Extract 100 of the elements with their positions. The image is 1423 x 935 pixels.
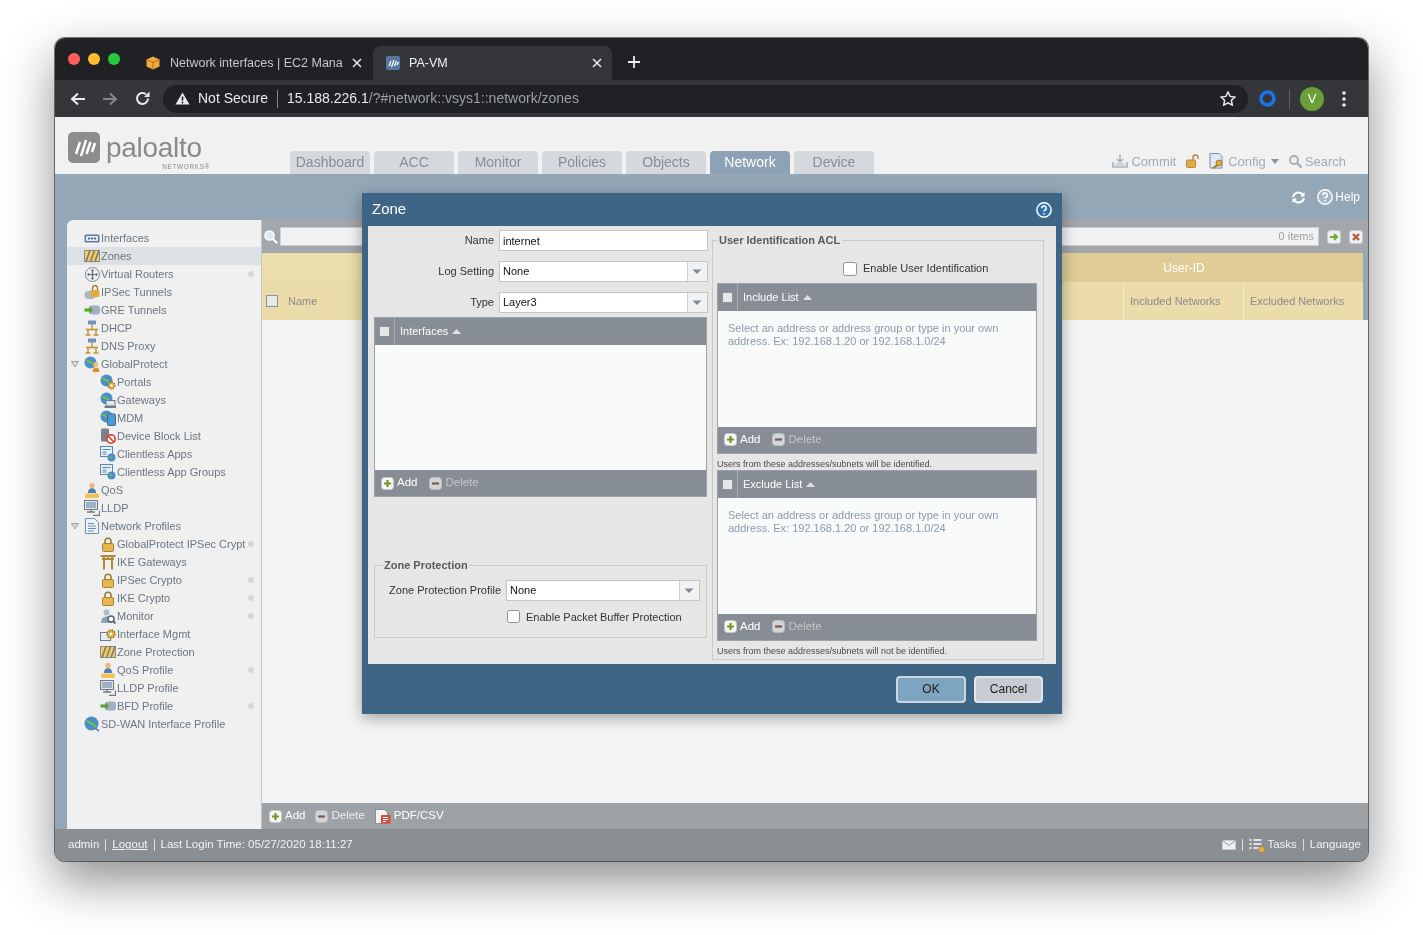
- sidebar-item[interactable]: Zone Protection: [67, 643, 261, 661]
- group-title: User Identification ACL: [718, 233, 842, 248]
- sidebar-item[interactable]: Portals: [67, 373, 261, 391]
- browser-tab[interactable]: PA-VM: [373, 46, 612, 80]
- nav-tab[interactable]: Dashboard: [290, 151, 370, 174]
- dropdown[interactable]: Layer3: [499, 292, 708, 313]
- sidebar-item[interactable]: GlobalProtect IPSec Crypt: [67, 535, 261, 553]
- sidebar-item[interactable]: Zones: [67, 247, 261, 265]
- checkbox[interactable]: [722, 478, 733, 490]
- checkbox[interactable]: [379, 326, 390, 337]
- nav-tab[interactable]: Monitor: [458, 151, 538, 174]
- checkbox[interactable]: [507, 610, 520, 624]
- person-icon: [101, 662, 115, 678]
- nav-tab[interactable]: ACC: [374, 151, 454, 174]
- tasks-button[interactable]: Tasks: [1249, 836, 1297, 854]
- sidebar-item[interactable]: GRE Tunnels: [67, 301, 261, 319]
- sort-arrow-icon[interactable]: [452, 329, 462, 334]
- sidebar-item[interactable]: IPSec Tunnels: [67, 283, 261, 301]
- caret-icon[interactable]: [687, 293, 707, 312]
- maximize-window-icon[interactable]: [108, 53, 120, 65]
- logo-text: paloalto: [106, 132, 202, 163]
- nav-tab[interactable]: Device: [794, 151, 874, 174]
- sidebar-item[interactable]: Monitor: [67, 607, 261, 625]
- column-header[interactable]: Included Networks: [1130, 292, 1221, 310]
- sidebar-item[interactable]: GlobalProtect: [67, 355, 261, 373]
- reload-icon[interactable]: [135, 91, 150, 106]
- menu-icon[interactable]: [1342, 90, 1346, 107]
- sidebar-item[interactable]: Virtual Routers: [67, 265, 261, 283]
- nav-tab[interactable]: Network: [710, 151, 790, 174]
- close-window-icon[interactable]: [68, 53, 80, 65]
- sidebar-item[interactable]: IKE Crypto: [67, 589, 261, 607]
- help-button[interactable]: Help: [1317, 188, 1360, 206]
- add-button[interactable]: Add: [269, 807, 306, 825]
- sidebar-item[interactable]: LLDP Profile: [67, 679, 261, 697]
- checkbox[interactable]: [722, 291, 733, 303]
- sidebar-item[interactable]: Network Profiles: [67, 517, 261, 535]
- sidebar-item[interactable]: DNS Proxy: [67, 337, 261, 355]
- add-button[interactable]: Add: [724, 617, 761, 636]
- avatar[interactable]: V: [1300, 86, 1324, 111]
- security-chip[interactable]: Not Secure: [198, 88, 269, 109]
- sidebar-item[interactable]: LLDP: [67, 499, 261, 517]
- sort-arrow-icon[interactable]: [802, 294, 812, 300]
- sidebar-item[interactable]: SD-WAN Interface Profile: [67, 715, 261, 733]
- globe-gear-icon: [100, 374, 116, 390]
- sidebar-item[interactable]: Interfaces: [67, 229, 261, 247]
- nav-tab[interactable]: Policies: [542, 151, 622, 174]
- column-header[interactable]: Name: [288, 292, 318, 310]
- back-icon[interactable]: [70, 91, 86, 106]
- column-header[interactable]: Interfaces: [400, 323, 449, 340]
- collapse-triangle-icon[interactable]: [71, 522, 79, 530]
- text-field[interactable]: internet: [499, 230, 708, 251]
- ok-button[interactable]: OK: [896, 675, 966, 703]
- plus-icon[interactable]: [628, 56, 640, 68]
- sidebar-item[interactable]: DHCP: [67, 319, 261, 337]
- cancel-button[interactable]: Cancel: [974, 675, 1043, 703]
- arrow-right-icon[interactable]: [1327, 229, 1341, 244]
- sort-arrow-icon[interactable]: [806, 481, 816, 487]
- column-header[interactable]: Exclude List: [743, 475, 803, 493]
- config-button[interactable]: Config: [1209, 151, 1279, 171]
- sidebar-item[interactable]: Clientless App Groups: [67, 463, 261, 481]
- help-icon[interactable]: [1036, 201, 1052, 218]
- search-icon[interactable]: [264, 229, 278, 244]
- refresh-icon[interactable]: [1291, 190, 1307, 204]
- nav-tab[interactable]: Objects: [626, 151, 706, 174]
- star-icon[interactable]: [1220, 91, 1236, 106]
- gate-icon: [100, 554, 116, 570]
- dropdown[interactable]: None: [506, 579, 700, 601]
- address-bar[interactable]: Not Secure 15.188.226.1/?#network::vsys1::network/zones: [163, 84, 1248, 113]
- padlock-icon[interactable]: [1186, 154, 1200, 169]
- add-button[interactable]: Add: [724, 430, 761, 449]
- collapse-triangle-icon[interactable]: [71, 360, 79, 368]
- sidebar-item[interactable]: Gateways: [67, 391, 261, 409]
- padlock-icon: [102, 572, 114, 588]
- minimize-window-icon[interactable]: [88, 53, 100, 65]
- envelope-icon[interactable]: [1222, 840, 1237, 850]
- sidebar-item[interactable]: IKE Gateways: [67, 553, 261, 571]
- column-group-header: User-ID: [1163, 259, 1205, 277]
- sidebar-item[interactable]: MDM: [67, 409, 261, 427]
- caret-icon[interactable]: [679, 580, 699, 600]
- sidebar-item[interactable]: QoS: [67, 481, 261, 499]
- forward-icon[interactable]: [102, 91, 118, 106]
- sidebar-item[interactable]: BFD Profile: [67, 697, 261, 715]
- globe-icon: [84, 716, 100, 732]
- language-link[interactable]: Language: [1309, 836, 1361, 854]
- column-header[interactable]: Include List: [743, 288, 799, 306]
- sidebar-item[interactable]: Interface Mgmt: [67, 625, 261, 643]
- plus-icon: [724, 620, 737, 633]
- caret-icon[interactable]: [687, 262, 707, 281]
- add-button[interactable]: Add: [381, 474, 418, 492]
- sidebar-item[interactable]: Clientless Apps: [67, 445, 261, 463]
- logout-link[interactable]: Logout: [112, 836, 148, 854]
- checkbox[interactable]: [266, 295, 278, 307]
- checkbox[interactable]: [843, 261, 857, 276]
- ring-icon[interactable]: [1259, 90, 1276, 107]
- dropdown[interactable]: None: [499, 261, 708, 282]
- column-header[interactable]: Excluded Networks: [1250, 292, 1345, 310]
- export-button[interactable]: PDF/CSV: [374, 807, 444, 825]
- sidebar-item[interactable]: QoS Profile: [67, 661, 261, 679]
- sidebar-item[interactable]: IPSec Crypto: [67, 571, 261, 589]
- sidebar-item[interactable]: Device Block List: [67, 427, 261, 445]
